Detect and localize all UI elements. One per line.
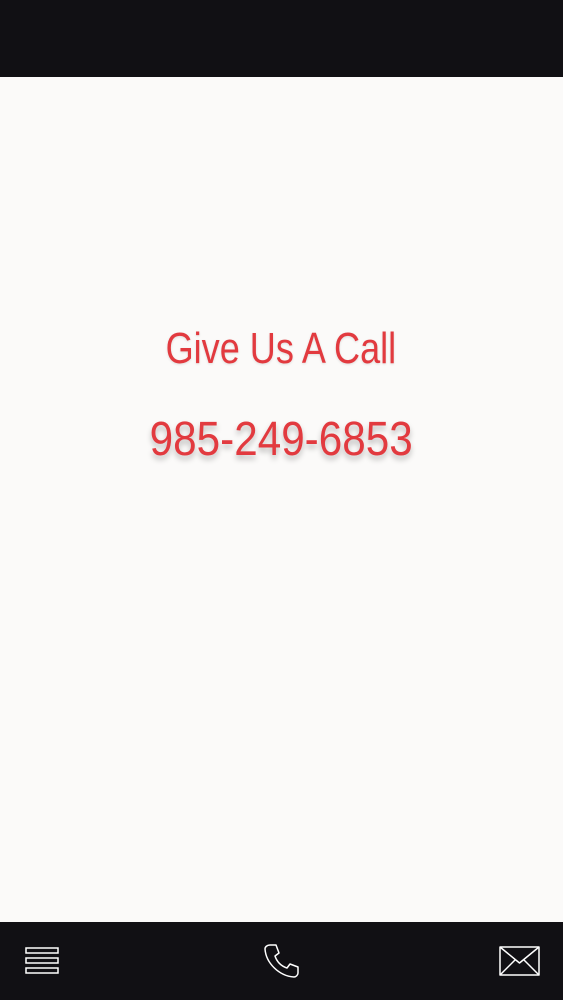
- menu-icon: [25, 946, 61, 976]
- status-bar: [0, 0, 563, 77]
- email-button[interactable]: [480, 922, 560, 1000]
- menu-button[interactable]: [3, 922, 83, 1000]
- mail-icon: [499, 945, 541, 977]
- phone-number-link[interactable]: 985-249-6853: [33, 412, 528, 467]
- phone-icon: [261, 941, 301, 981]
- call-heading: Give Us A Call: [165, 324, 397, 373]
- call-button[interactable]: [241, 922, 321, 1000]
- bottom-nav-bar: [0, 922, 563, 1000]
- main-content: Give Us A Call 985-249-6853: [0, 77, 563, 922]
